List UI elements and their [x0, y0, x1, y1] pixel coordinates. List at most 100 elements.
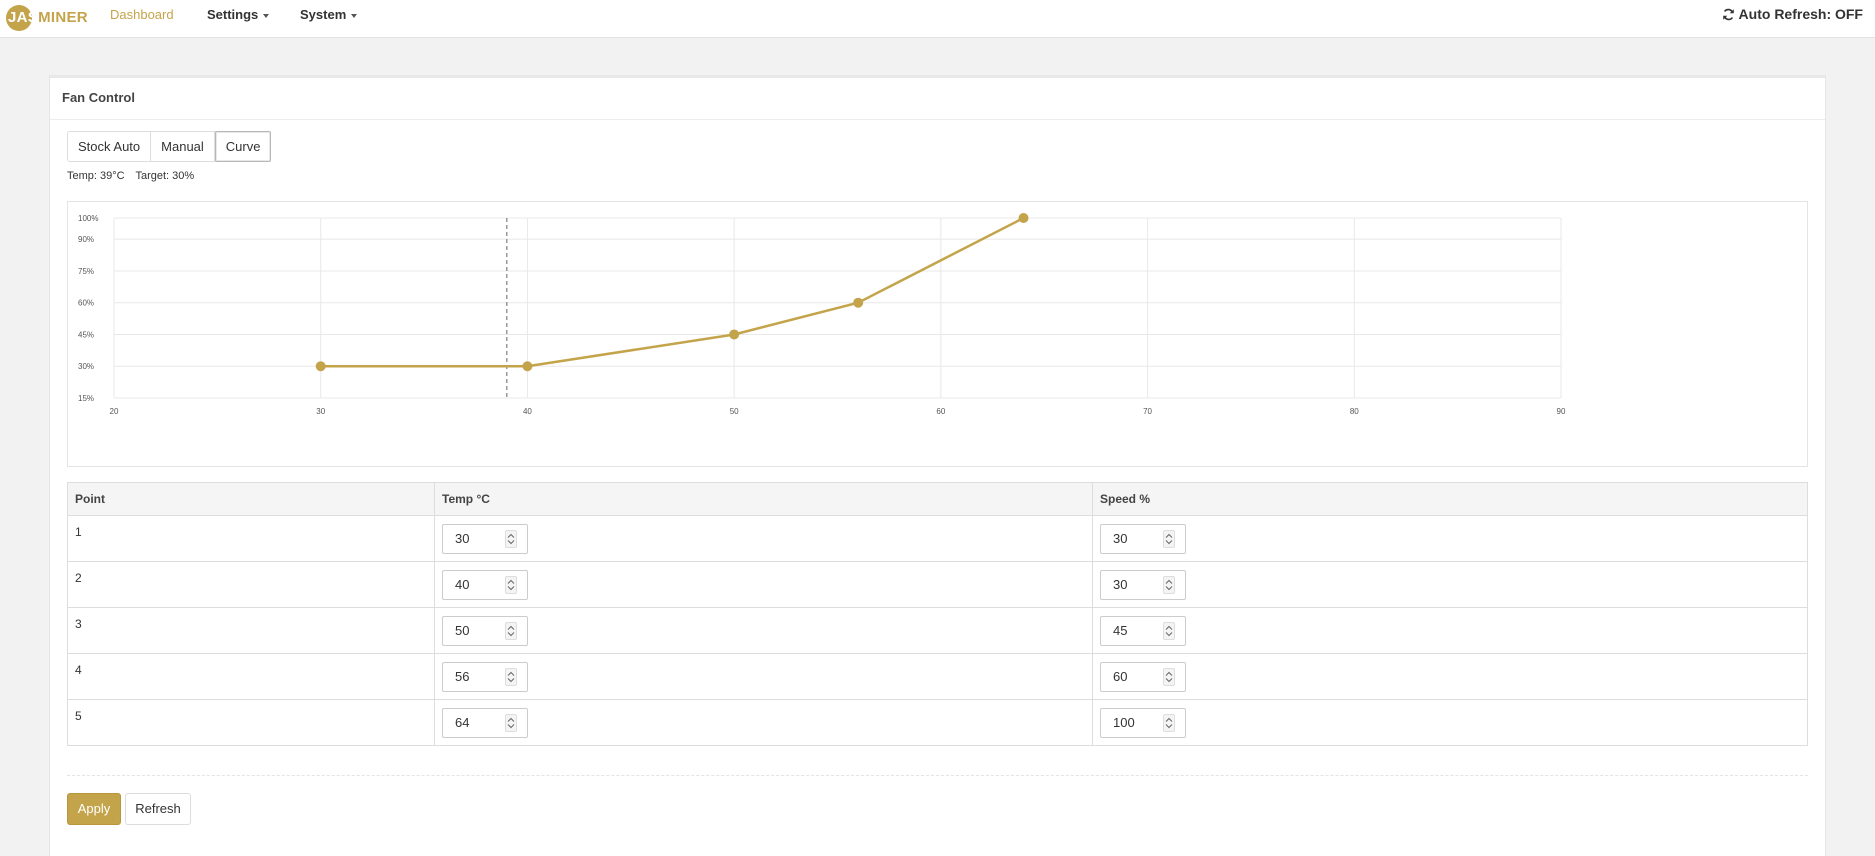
- temp-value: 30: [455, 531, 470, 546]
- speed-input[interactable]: 45: [1100, 615, 1186, 646]
- temp-input[interactable]: 64: [442, 707, 528, 738]
- x-tick-label: 70: [1143, 407, 1152, 416]
- auto-refresh-toggle[interactable]: Auto Refresh: OFF: [1722, 0, 1863, 28]
- temp-value: 50: [455, 623, 470, 638]
- mode-manual-button[interactable]: Manual: [151, 132, 215, 161]
- curve-points-table: Point Temp °C Speed % 1 30 30 2 40 30 3 50 45 4 56…: [67, 482, 1808, 746]
- temp-stepper-icon[interactable]: [505, 575, 517, 594]
- fan-curve-svg[interactable]: 15% 30% 45% 60% 75% 90% 100% 20 30 40 50 60 70 80 90: [68, 202, 1809, 468]
- speed-input[interactable]: 100: [1100, 707, 1186, 738]
- point-number: 2: [67, 561, 435, 608]
- x-tick-label: 50: [730, 407, 739, 416]
- speed-input[interactable]: 60: [1100, 661, 1186, 692]
- speed-value: 100: [1113, 715, 1135, 730]
- speed-stepper-icon[interactable]: [1163, 529, 1175, 548]
- chevron-down-icon: [263, 13, 270, 18]
- temp-cell: 40: [434, 561, 1093, 608]
- y-tick-label: 45%: [78, 330, 94, 339]
- x-tick-label: 90: [1557, 407, 1566, 416]
- panel-title: Fan Control: [50, 78, 1825, 120]
- temp-value: 40: [455, 577, 470, 592]
- target-speed: Target: 30%: [135, 170, 195, 182]
- apply-button[interactable]: Apply: [67, 793, 121, 825]
- y-tick-label: 100%: [78, 214, 98, 223]
- speed-stepper-icon[interactable]: [1163, 667, 1175, 686]
- temp-stepper-icon[interactable]: [505, 667, 517, 686]
- speed-stepper-icon[interactable]: [1163, 575, 1175, 594]
- y-tick-label: 90%: [78, 235, 94, 244]
- y-tick-label: 75%: [78, 267, 94, 276]
- speed-cell: 60: [1092, 653, 1808, 700]
- column-header-point: Point: [67, 482, 435, 516]
- temp-cell: 30: [434, 515, 1093, 562]
- table-row: 1 30 30: [67, 515, 1808, 562]
- x-tick-label: 40: [523, 407, 532, 416]
- curve-point[interactable]: [522, 361, 533, 372]
- table-header-row: Point Temp °C Speed %: [67, 482, 1808, 516]
- table-row: 4 56 60: [67, 653, 1808, 700]
- temp-stepper-icon[interactable]: [505, 713, 517, 732]
- temp-cell: 56: [434, 653, 1093, 700]
- refresh-icon: [1722, 8, 1734, 20]
- table-row: 5 64 100: [67, 699, 1808, 746]
- fan-status: Temp: 39°C Target: 30%: [67, 170, 202, 182]
- x-tick-label: 80: [1350, 407, 1359, 416]
- logo-text-inverted: JAS: [8, 8, 39, 26]
- temp-cell: 64: [434, 699, 1093, 746]
- point-number: 3: [67, 607, 435, 654]
- temp-value: 56: [455, 669, 470, 684]
- speed-value: 45: [1113, 623, 1128, 638]
- current-temp: Temp: 39°C: [67, 170, 125, 182]
- curve-point[interactable]: [1018, 213, 1029, 223]
- speed-stepper-icon[interactable]: [1163, 621, 1175, 640]
- point-number: 4: [67, 653, 435, 700]
- nav-dashboard[interactable]: Dashboard: [110, 0, 174, 30]
- temp-stepper-icon[interactable]: [505, 621, 517, 640]
- temp-input[interactable]: 40: [442, 569, 528, 600]
- fan-curve-line: [320, 216, 1025, 368]
- speed-stepper-icon[interactable]: [1163, 713, 1175, 732]
- chevron-down-icon: [351, 13, 358, 18]
- temp-input[interactable]: 30: [442, 523, 528, 554]
- logo-text: JASMINER: [8, 8, 88, 26]
- speed-input[interactable]: 30: [1100, 523, 1186, 554]
- top-navbar: JASMINER Dashboard Settings System Auto …: [0, 0, 1875, 38]
- nav-system-label: System: [300, 7, 347, 22]
- temp-stepper-icon[interactable]: [505, 529, 517, 548]
- brand-logo[interactable]: JASMINER: [6, 4, 88, 31]
- x-tick-label: 30: [316, 407, 325, 416]
- refresh-button[interactable]: Refresh: [125, 793, 191, 825]
- nav-settings-dropdown[interactable]: Settings: [207, 0, 270, 30]
- x-tick-label: 20: [110, 407, 119, 416]
- curve-point[interactable]: [729, 329, 740, 340]
- speed-value: 30: [1113, 577, 1128, 592]
- y-tick-label: 15%: [78, 394, 94, 403]
- x-tick-label: 60: [936, 407, 945, 416]
- temp-input[interactable]: 56: [442, 661, 528, 692]
- curve-point[interactable]: [853, 297, 864, 308]
- point-number: 5: [67, 699, 435, 746]
- speed-cell: 45: [1092, 607, 1808, 654]
- temp-cell: 50: [434, 607, 1093, 654]
- temp-input[interactable]: 50: [442, 615, 528, 646]
- point-label: 3: [75, 617, 82, 631]
- auto-refresh-label: Auto Refresh: OFF: [1738, 6, 1863, 22]
- y-tick-label: 60%: [78, 299, 94, 308]
- nav-settings-label: Settings: [207, 7, 259, 22]
- temp-value: 64: [455, 715, 470, 730]
- mode-curve-button[interactable]: Curve: [214, 131, 272, 162]
- point-label: 4: [75, 663, 82, 677]
- speed-cell: 30: [1092, 561, 1808, 608]
- y-tick-label: 30%: [78, 362, 94, 371]
- fan-curve-chart: 15% 30% 45% 60% 75% 90% 100% 20 30 40 50 60 70 80 90: [67, 201, 1808, 467]
- nav-system-dropdown[interactable]: System: [300, 0, 358, 30]
- curve-point[interactable]: [315, 361, 326, 372]
- column-header-temp: Temp °C: [434, 482, 1093, 516]
- column-header-speed: Speed %: [1092, 482, 1808, 516]
- speed-value: 30: [1113, 531, 1128, 546]
- speed-input[interactable]: 30: [1100, 569, 1186, 600]
- speed-cell: 30: [1092, 515, 1808, 562]
- point-number: 1: [67, 515, 435, 562]
- mode-stock-auto-button[interactable]: Stock Auto: [68, 132, 152, 161]
- point-label: 5: [75, 709, 82, 723]
